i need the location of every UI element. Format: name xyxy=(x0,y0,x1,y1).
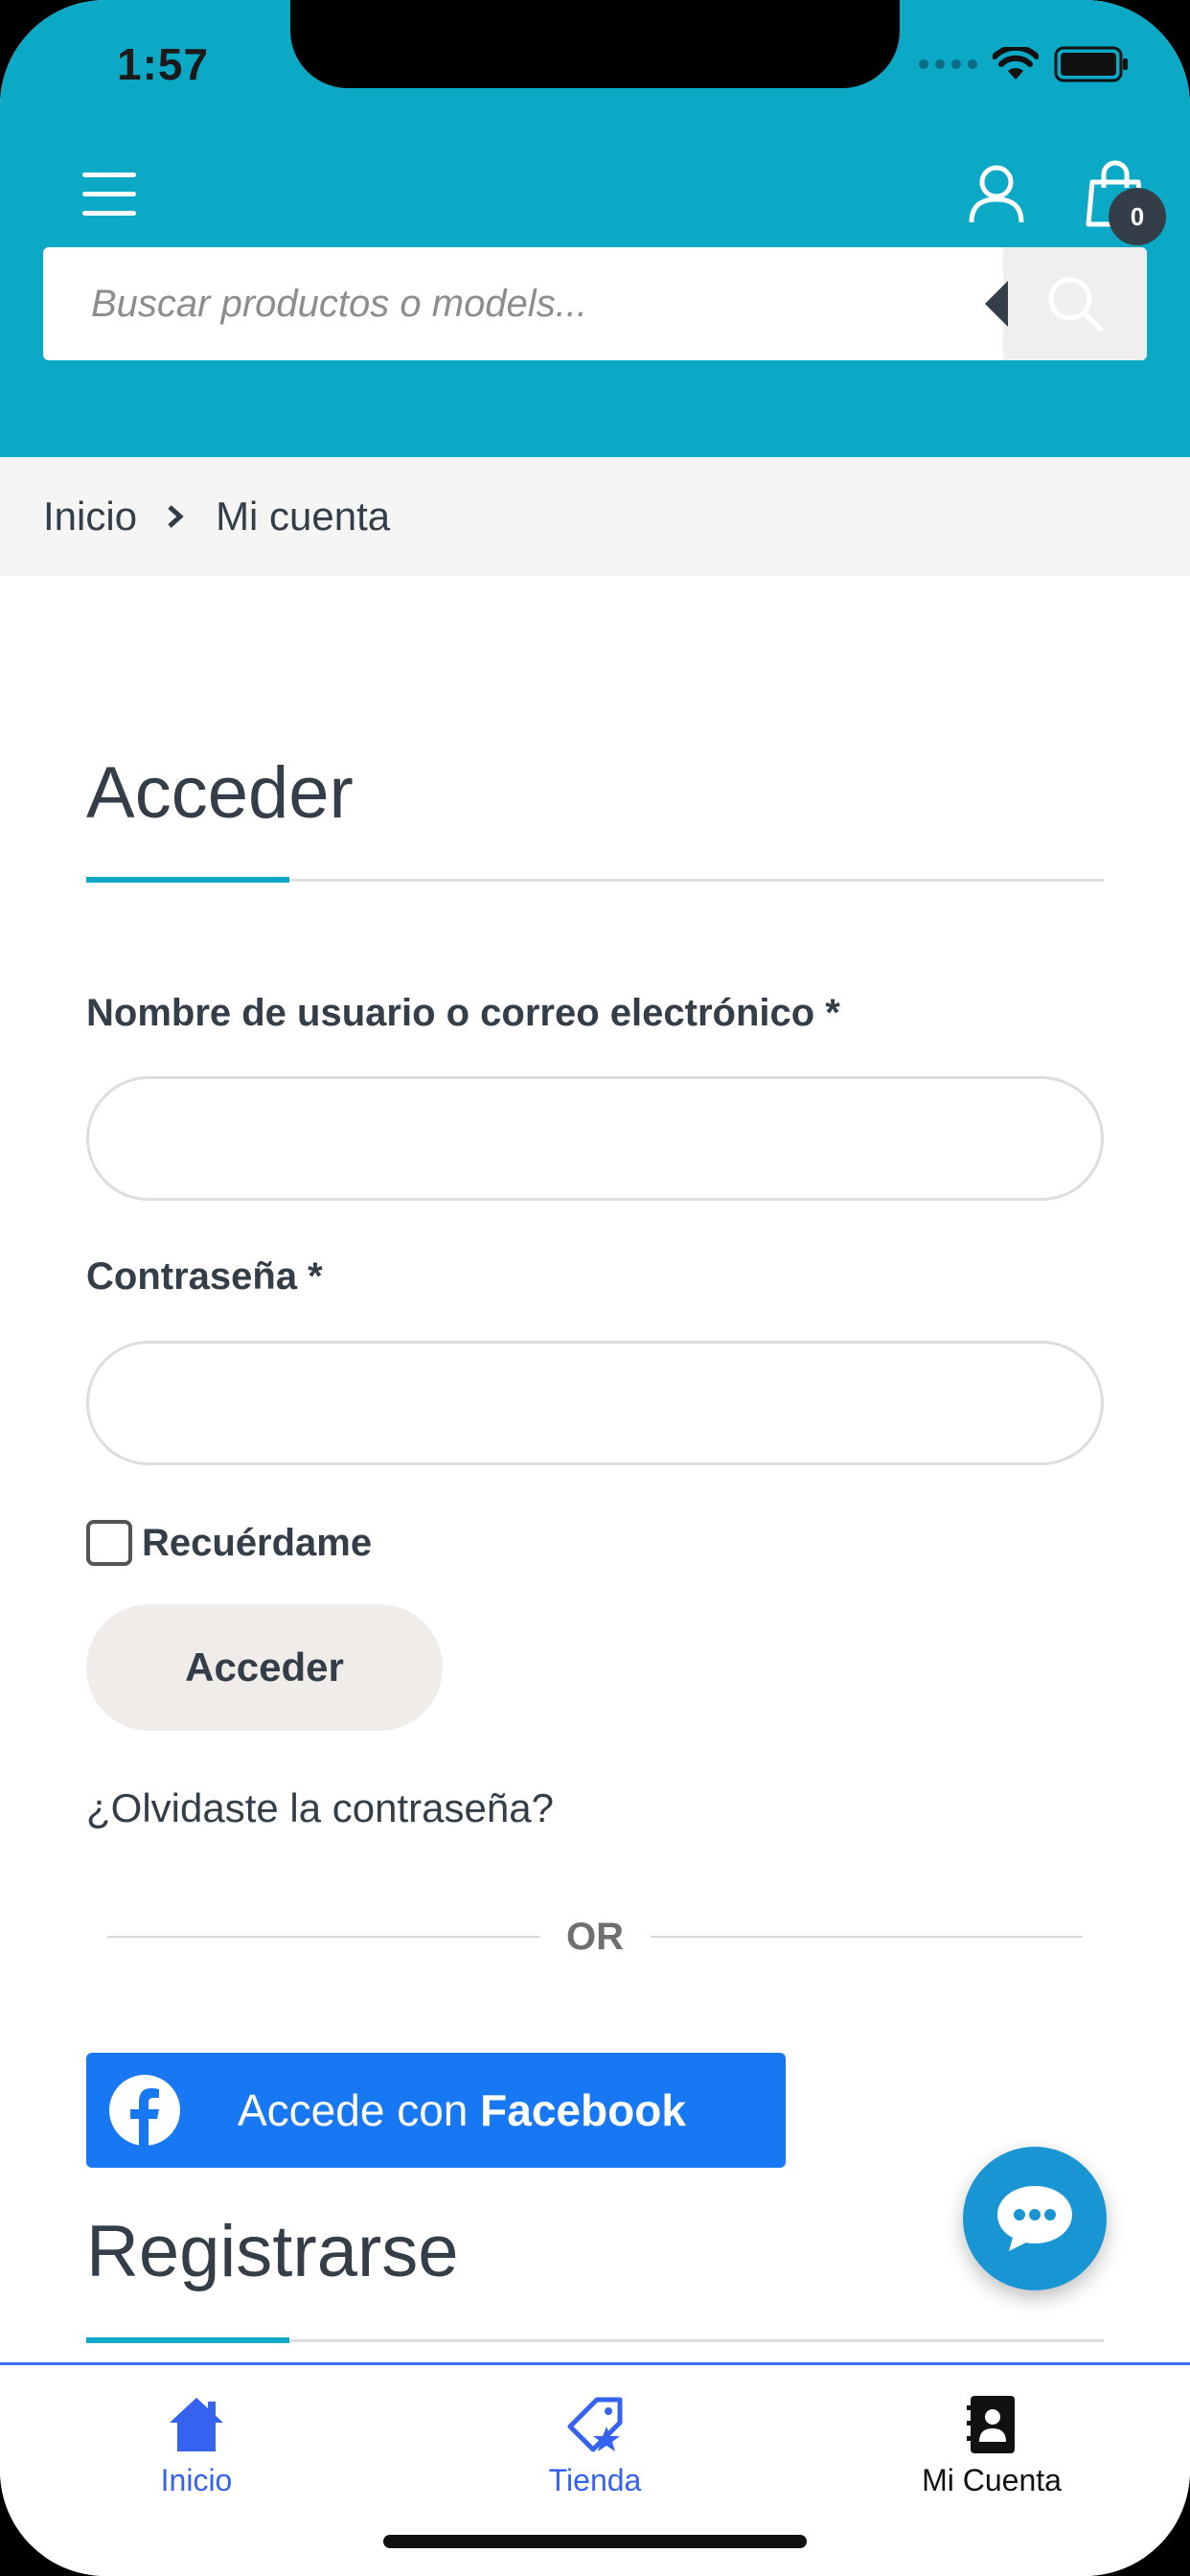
login-title: Acceder xyxy=(86,752,354,834)
device-notch xyxy=(290,0,900,88)
breadcrumb-current: Mi cuenta xyxy=(216,494,391,539)
home-indicator xyxy=(383,2535,807,2548)
password-field[interactable] xyxy=(86,1341,1104,1465)
chevron-right-icon xyxy=(166,503,185,530)
user-icon[interactable] xyxy=(968,163,1025,224)
home-icon xyxy=(170,2398,223,2451)
nav-item-inicio[interactable]: Inicio xyxy=(53,2394,340,2498)
chat-button[interactable] xyxy=(963,2147,1107,2290)
facebook-icon xyxy=(109,2075,180,2146)
contact-book-icon xyxy=(967,2396,1015,2453)
nav-item-mi-cuenta[interactable]: Mi Cuenta xyxy=(848,2394,1135,2498)
breadcrumb-home-link[interactable]: Inicio xyxy=(43,494,137,540)
nav-item-tienda[interactable]: Tienda xyxy=(451,2394,739,2498)
signal-icon xyxy=(919,59,977,69)
username-label: Nombre de usuario o correo electrónico * xyxy=(86,992,840,1034)
nav-label-inicio: Inicio xyxy=(160,2463,233,2497)
remember-me-checkbox[interactable] xyxy=(86,1520,132,1566)
nav-label-mi-cuenta: Mi Cuenta xyxy=(922,2463,1062,2497)
hamburger-menu-button[interactable] xyxy=(82,172,136,217)
password-label: Contraseña * xyxy=(86,1255,323,1298)
facebook-login-brand: Facebook xyxy=(480,2085,686,2135)
search-input[interactable] xyxy=(43,247,1003,360)
device-frame: 1:57 0 Buscar productos o models... Inic… xyxy=(0,0,1190,2576)
facebook-login-prefix: Accede con xyxy=(238,2085,481,2135)
or-divider: OR xyxy=(107,1908,1083,1966)
username-field[interactable] xyxy=(86,1076,1104,1201)
or-text: OR xyxy=(566,1915,624,1958)
screen: 1:57 0 Buscar productos o models... Inic… xyxy=(0,0,1190,2576)
chat-bubble-icon xyxy=(997,2186,1072,2251)
remember-me-row: Recuérdame xyxy=(86,1520,372,1566)
header: 1:57 0 xyxy=(0,0,1190,457)
tag-star-icon xyxy=(567,2397,623,2452)
register-accent-bar xyxy=(86,2337,289,2343)
search-caret-icon xyxy=(985,281,1008,327)
nav-label-tienda: Tienda xyxy=(548,2463,642,2497)
battery-icon xyxy=(1054,46,1128,82)
search-bar xyxy=(43,247,1147,360)
search-button[interactable] xyxy=(1003,247,1147,360)
breadcrumb: Inicio Mi cuenta xyxy=(0,457,1190,576)
facebook-login-button[interactable]: Accede con Facebook xyxy=(86,2053,786,2168)
title-accent-bar xyxy=(86,877,289,883)
search-icon xyxy=(1048,277,1104,333)
register-title: Registrarse xyxy=(86,2211,459,2292)
remember-me-label: Recuérdame xyxy=(142,1521,373,1564)
forgot-password-link[interactable]: ¿Olvidaste la contraseña? xyxy=(86,1785,554,1831)
wifi-icon xyxy=(993,47,1039,80)
cart-count-badge: 0 xyxy=(1109,188,1166,245)
login-button[interactable]: Acceder xyxy=(86,1604,443,1731)
status-indicators xyxy=(919,46,1131,82)
status-time: 1:57 xyxy=(117,39,210,89)
